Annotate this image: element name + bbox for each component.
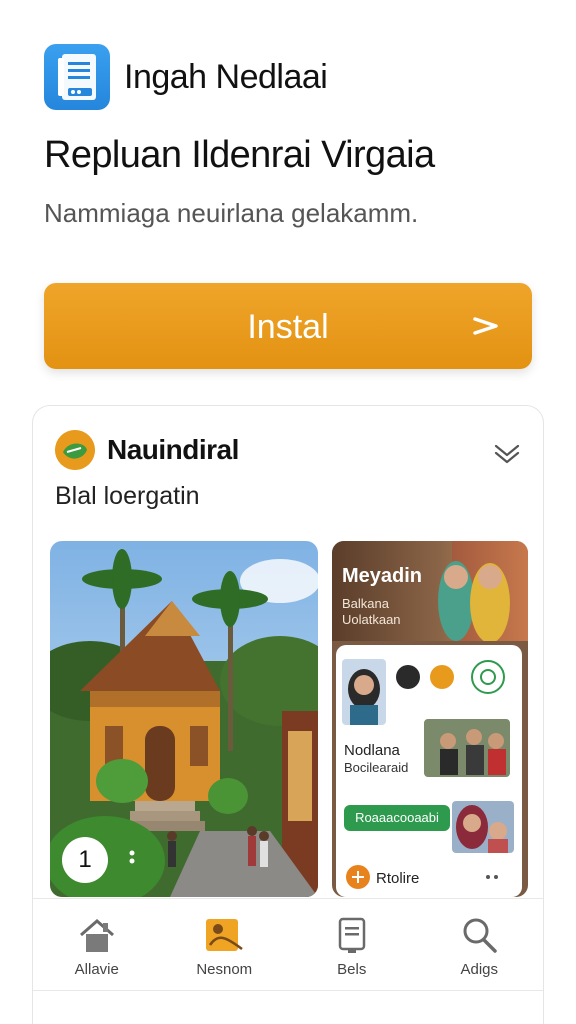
side-action-chip[interactable]: Roaaacooaabi [344,805,450,831]
app-header: Ingah Nedlaai [44,44,328,110]
nav-item-docs[interactable]: Bels [288,899,416,990]
gallery-icon [202,915,246,960]
scenic-temple-photo[interactable]: 1 [50,541,318,897]
side-label-sub: Bocilearaid [344,760,409,775]
chevron-right-icon [472,314,500,343]
card-title: Nauindiral [107,434,239,465]
document-icon [334,915,370,960]
side-title: Meyadin [342,565,423,587]
install-label: Instal [247,308,329,346]
nav-label-docs: Bels [337,961,367,978]
install-button[interactable]: Instal [44,283,532,369]
side-content: Nodlana Bocilearaid Roaaacooaabi Rtolire [336,645,522,897]
nav-item-home[interactable]: Allavie [33,899,161,990]
photo-index-badge: 1 [62,837,108,883]
side-preview-panel[interactable]: Meyadin Balkana Uolatkaan Nodlana Bocile… [332,541,528,897]
nav-label-home: Allavie [74,961,119,978]
app-name: Ingah Nedlaai [124,57,328,96]
document-list-icon [44,44,110,110]
card-subtitle: Blal loergatin [55,482,200,510]
more-dots-icon[interactable] [126,849,138,874]
side-banner: Meyadin Balkana Uolatkaan [332,541,528,641]
nav-label-gallery: Nesnom [196,961,253,978]
card-header: Nauindiral [55,430,239,470]
side-subtitle: Balkana Uolatkaan [342,596,401,627]
side-label-name: Nodlana [344,742,400,759]
nav-item-gallery[interactable]: Nesnom [161,899,289,990]
search-icon [459,915,499,960]
home-icon [77,915,117,960]
globe-leaf-icon [55,430,95,470]
nav-label-search: Adigs [460,961,499,978]
nav-item-search[interactable]: Adigs [416,899,544,990]
side-bottom-label: Rtolire [376,870,420,887]
page-headline: Repluan Ildenrai Virgaia [44,134,435,176]
chevron-down-icon[interactable] [493,442,521,469]
bottom-strip [33,990,543,1024]
page-subline: Nammiaga neuirlana gelakamm. [44,198,419,228]
bottom-nav: Allavie Nesnom Bels Adigs [33,898,543,990]
